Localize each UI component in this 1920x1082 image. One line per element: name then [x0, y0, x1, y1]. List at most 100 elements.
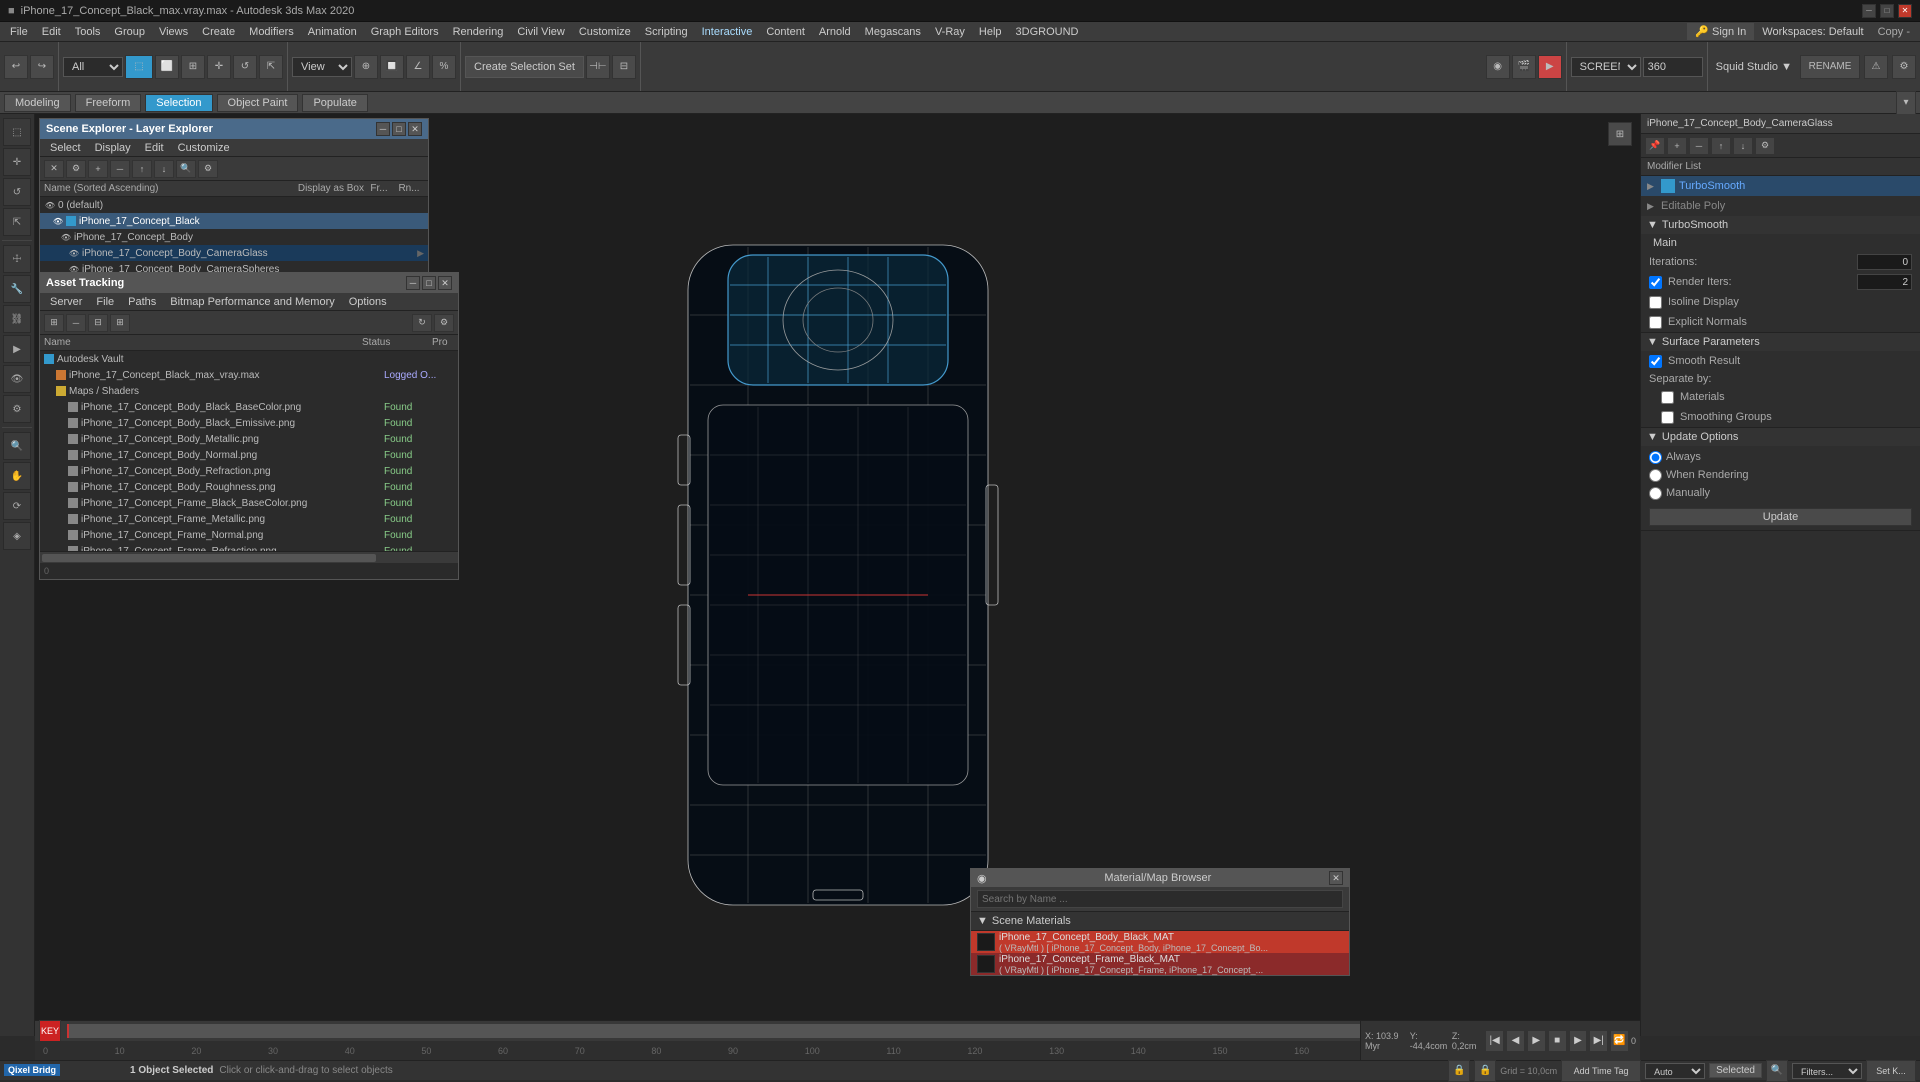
at-menu-file[interactable]: File — [90, 295, 120, 309]
menu-workspaces[interactable]: Workspaces: Default — [1756, 24, 1869, 40]
update-options-header[interactable]: ▼ Update Options — [1641, 428, 1920, 446]
scene-explorer-titlebar[interactable]: Scene Explorer - Layer Explorer ─ □ ✕ — [40, 119, 428, 139]
se-menu-edit[interactable]: Edit — [139, 141, 170, 155]
menu-graph-editors[interactable]: Graph Editors — [365, 24, 445, 40]
menu-tools[interactable]: Tools — [69, 24, 107, 40]
left-rotate-button[interactable]: ↺ — [3, 178, 31, 206]
select-region-button[interactable]: ⬜ — [155, 55, 179, 79]
align-button[interactable]: ⊟ — [612, 55, 636, 79]
at-scrollbar-h[interactable] — [40, 551, 458, 563]
modifier-editable-poly[interactable]: ▶ Editable Poly — [1641, 196, 1920, 216]
se-tb-delete[interactable]: ─ — [110, 160, 130, 178]
at-menu-paths[interactable]: Paths — [122, 295, 162, 309]
left-pan-button[interactable]: ✋ — [3, 462, 31, 490]
status-magnet-button[interactable]: 🔒 — [1474, 1060, 1496, 1082]
left-utilities-button[interactable]: ⚙ — [3, 395, 31, 423]
menu-rendering[interactable]: Rendering — [447, 24, 510, 40]
minimize-button[interactable]: ─ — [1862, 4, 1876, 18]
left-scale-button[interactable]: ⇱ — [3, 208, 31, 236]
left-create-button[interactable]: ☩ — [3, 245, 31, 273]
anim-set-key-button[interactable]: KEY — [39, 1020, 61, 1042]
left-select-button[interactable]: ⬚ — [3, 118, 31, 146]
se-tb-close[interactable]: ✕ — [44, 160, 64, 178]
material-browser-search-input[interactable] — [977, 890, 1343, 908]
left-zoom-button[interactable]: 🔍 — [3, 432, 31, 460]
material-browser-close[interactable]: ✕ — [1329, 871, 1343, 885]
at-item-map1[interactable]: iPhone_17_Concept_Body_Black_BaseColor.p… — [40, 399, 458, 415]
se-tb-filter[interactable]: ⚙ — [66, 160, 86, 178]
rp-configure-button[interactable]: ⚙ — [1755, 137, 1775, 155]
render-setup-button[interactable]: 🎬 — [1512, 55, 1536, 79]
at-item-map6[interactable]: iPhone_17_Concept_Body_Roughness.png Fou… — [40, 479, 458, 495]
status-filter-dropdown[interactable]: Filters... — [1792, 1063, 1862, 1079]
turbsmooth-explicit-checkbox[interactable] — [1649, 316, 1662, 329]
at-item-map10[interactable]: iPhone_17_Concept_Frame_Refraction.png F… — [40, 543, 458, 551]
manually-radio-input[interactable] — [1649, 487, 1662, 500]
menu-content[interactable]: Content — [760, 24, 811, 40]
scene-explorer-maximize[interactable]: □ — [392, 122, 406, 136]
left-hierarchy-button[interactable]: ⛓ — [3, 305, 31, 333]
asset-tracking-maximize[interactable]: □ — [422, 276, 436, 290]
left-display-button[interactable]: 👁 — [3, 365, 31, 393]
tab-modeling[interactable]: Modeling — [4, 94, 71, 112]
turbsmooth-isoline-checkbox[interactable] — [1649, 296, 1662, 309]
left-modify-button[interactable]: 🔧 — [3, 275, 31, 303]
se-tb-search[interactable]: 🔍 — [176, 160, 196, 178]
menu-animation[interactable]: Animation — [302, 24, 363, 40]
viewport-nav-btn[interactable]: ⊞ — [1608, 122, 1632, 146]
rp-delete-button[interactable]: ─ — [1689, 137, 1709, 155]
menu-customize[interactable]: Customize — [573, 24, 637, 40]
left-motion-button[interactable]: ▶ — [3, 335, 31, 363]
viewport-area[interactable]: [+] [Perspective] [Standard] [Edged Face… — [35, 114, 1640, 1036]
anim-play-button[interactable]: ▶ — [1527, 1030, 1546, 1052]
status-set-key-button[interactable]: Set K... — [1866, 1060, 1916, 1082]
percent-snap-button[interactable]: % — [432, 55, 456, 79]
at-item-vault[interactable]: Autodesk Vault — [40, 351, 458, 367]
select-filter-dropdown[interactable]: All — [63, 57, 123, 77]
view-dropdown[interactable]: View — [292, 57, 352, 77]
when-rendering-radio[interactable]: When Rendering — [1649, 466, 1912, 484]
scene-explorer-minimize[interactable]: ─ — [376, 122, 390, 136]
menu-3dground[interactable]: 3DGROUND — [1010, 24, 1085, 40]
angle-snap-button[interactable]: ∠ — [406, 55, 430, 79]
select-all-button[interactable]: ⊞ — [181, 55, 205, 79]
always-radio-input[interactable] — [1649, 451, 1662, 464]
surface-params-header[interactable]: ▼ Surface Parameters — [1641, 333, 1920, 351]
left-arc-rotate-button[interactable]: ⟳ — [3, 492, 31, 520]
at-menu-options[interactable]: Options — [343, 295, 393, 309]
se-tb-up[interactable]: ↑ — [132, 160, 152, 178]
screen-dropdown[interactable]: SCREEN — [1571, 57, 1641, 77]
menu-file[interactable]: File — [4, 24, 34, 40]
when-rendering-radio-input[interactable] — [1649, 469, 1662, 482]
turbsmooth-render-iters-input[interactable] — [1857, 274, 1912, 290]
smoothing-groups-checkbox[interactable] — [1661, 411, 1674, 424]
se-menu-select[interactable]: Select — [44, 141, 87, 155]
move-button[interactable]: ✛ — [207, 55, 231, 79]
status-mode-dropdown[interactable]: Auto — [1645, 1063, 1705, 1079]
snap-button[interactable]: 🔲 — [380, 55, 404, 79]
asset-tracking-minimize[interactable]: ─ — [406, 276, 420, 290]
status-lock-button[interactable]: 🔒 — [1448, 1060, 1470, 1082]
at-item-map9[interactable]: iPhone_17_Concept_Frame_Normal.png Found — [40, 527, 458, 543]
se-menu-display[interactable]: Display — [89, 141, 137, 155]
rp-move-up-button[interactable]: ↑ — [1711, 137, 1731, 155]
scene-explorer-close[interactable]: ✕ — [408, 122, 422, 136]
menu-help[interactable]: Help — [973, 24, 1008, 40]
material-editor-button[interactable]: ◉ — [1486, 55, 1510, 79]
mirror-button[interactable]: ⊣⊢ — [586, 55, 610, 79]
redo-button[interactable]: ↪ — [30, 55, 54, 79]
scale-button[interactable]: ⇱ — [259, 55, 283, 79]
at-tb-btn3[interactable]: ⊟ — [88, 314, 108, 332]
at-tb-btn2[interactable]: ─ — [66, 314, 86, 332]
turbsmooth-main-header[interactable]: Main — [1641, 234, 1920, 252]
tab-object-paint[interactable]: Object Paint — [217, 94, 299, 112]
mb-material-item-2[interactable]: iPhone_17_Concept_Frame_Black_MAT ( VRay… — [971, 953, 1349, 975]
rp-create-button[interactable]: + — [1667, 137, 1687, 155]
turbsmooth-render-iters-checkbox[interactable] — [1649, 276, 1662, 289]
materials-checkbox[interactable] — [1661, 391, 1674, 404]
rename-button[interactable]: RENAME — [1800, 55, 1860, 79]
at-item-map7[interactable]: iPhone_17_Concept_Frame_Black_BaseColor.… — [40, 495, 458, 511]
at-tb-refresh[interactable]: ↻ — [412, 314, 432, 332]
rotate-button[interactable]: ↺ — [233, 55, 257, 79]
left-fov-button[interactable]: ◈ — [3, 522, 31, 550]
